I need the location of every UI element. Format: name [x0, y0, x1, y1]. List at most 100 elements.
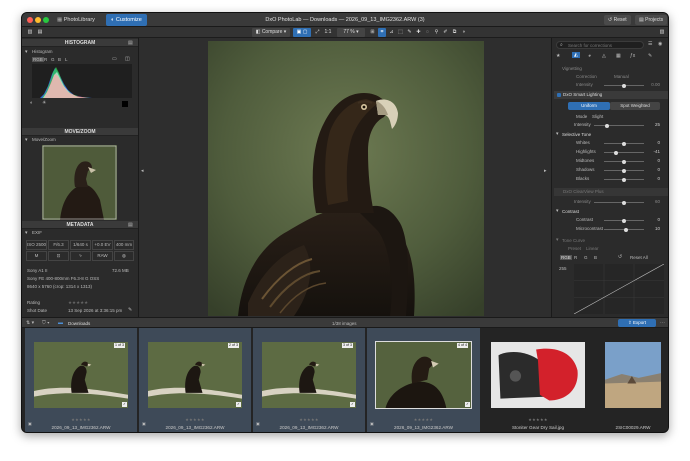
slider-knob[interactable]	[624, 227, 628, 232]
filmstrip-item[interactable]: 3 of 3 ✓ ▣ ★★★★★ 2026_09_13_IMG2362.ARW	[253, 328, 365, 432]
histogram-header[interactable]: HISTOGRAM	[22, 39, 138, 47]
grid-icon[interactable]: ⊞	[369, 28, 376, 37]
filter-funnel-icon[interactable]: ⛉ ▾	[42, 320, 50, 326]
curve-channel-r[interactable]: R	[574, 255, 577, 260]
thumbnail-rating[interactable]: ★★★★★	[482, 417, 594, 422]
smart-lighting-toggle[interactable]	[557, 93, 561, 97]
projects-button[interactable]: ▤ Projects	[635, 15, 668, 25]
thumbnail-image[interactable]	[262, 342, 356, 408]
selective-tone-value[interactable]: 0	[646, 158, 660, 163]
thumbnail-rating[interactable]: ★★★★★	[139, 417, 251, 422]
curve-channel-rgb[interactable]: RGB	[560, 255, 572, 260]
smart-lighting-mode-spot[interactable]: Spot Weighted	[610, 102, 660, 110]
zoom-window-button[interactable]	[43, 17, 49, 23]
eye-toggle-icon[interactable]: ◉	[658, 41, 662, 47]
thumbnail-image[interactable]	[148, 342, 242, 408]
highlight-clipping-icon[interactable]: ☀	[42, 100, 46, 106]
histogram-options-icon[interactable]: ◫	[125, 56, 130, 62]
metadata-menu-icon[interactable]: ▤	[128, 222, 133, 228]
tab-effects-icon[interactable]: ƒx	[630, 53, 635, 59]
channel-g[interactable]: G	[51, 57, 55, 62]
thumbnail-rating[interactable]: ★★★★★	[367, 417, 480, 422]
edit-date-icon[interactable]: ✎	[128, 307, 132, 313]
minimize-window-button[interactable]	[35, 17, 41, 23]
mode-value[interactable]: Slight	[592, 114, 603, 119]
checkmark-icon[interactable]: ✓	[122, 402, 128, 407]
panel-toggle-left-icon[interactable]: ▥	[26, 28, 34, 37]
contrast-slider[interactable]	[604, 218, 644, 223]
mask-icon[interactable]: ◌	[424, 28, 431, 37]
contrast-value[interactable]: 10	[646, 226, 660, 231]
slider-knob[interactable]	[622, 141, 626, 146]
channel-b[interactable]: B	[58, 57, 61, 62]
thumbnail-rating[interactable]: ★★★★★	[25, 417, 137, 422]
perspective-icon[interactable]: ⬚	[397, 28, 404, 37]
navigator-thumbnail[interactable]	[42, 145, 117, 220]
selective-tone-slider[interactable]	[604, 150, 644, 155]
selective-tone-title[interactable]: Selective Tone	[562, 132, 591, 137]
export-button[interactable]: ⇪ Export	[618, 319, 656, 327]
eyedropper-icon[interactable]: ⚲	[433, 28, 440, 37]
vignetting-intensity-value[interactable]: 0.00	[646, 82, 660, 87]
selective-tone-collapse-icon[interactable]: ▾	[556, 131, 559, 137]
metadata-header[interactable]: METADATA	[22, 221, 138, 229]
image-viewer[interactable]: ◂ ▸	[139, 38, 551, 317]
tab-color-icon[interactable]: ◕	[588, 53, 591, 59]
curve-channel-g[interactable]: G	[584, 255, 588, 260]
folder-name[interactable]: Downloads	[68, 321, 90, 326]
more-options-icon[interactable]: ⋯	[660, 320, 665, 326]
tab-detail-icon[interactable]: ◬	[602, 53, 606, 59]
sort-icon[interactable]: ⇅ ▾	[26, 320, 34, 326]
reset-button[interactable]: ↺ Reset	[604, 15, 631, 25]
repair-icon[interactable]: ✚	[415, 28, 422, 37]
before-after-icon[interactable]: ◑	[460, 28, 467, 37]
clearview-header[interactable]: DxO ClearView Plus	[554, 188, 668, 196]
filmstrip-item[interactable]: ★★★★★ Stoniter Gear Dry Sail.jpg	[482, 328, 594, 432]
histogram-menu-icon[interactable]: ▤	[128, 40, 133, 46]
contrast-slider[interactable]	[604, 227, 644, 232]
curve-channel-b[interactable]: B	[594, 255, 597, 260]
reset-curve-icon[interactable]: ↺	[618, 254, 622, 260]
straighten-icon[interactable]: ⊿	[388, 28, 395, 37]
filmstrip-item[interactable]: 2 of 3 ✓ ▣ ★★★★★ 2026_09_13_IMG2362.ARW	[139, 328, 251, 432]
tab-customize[interactable]: ◐ Customize	[106, 14, 147, 26]
histogram-collapse-icon[interactable]: ▾	[25, 49, 28, 55]
tab-geometry-icon[interactable]: ▦	[616, 53, 621, 59]
slider-knob[interactable]	[614, 150, 618, 155]
smart-intensity-value[interactable]: 25	[646, 122, 660, 127]
vignetting-intensity-slider[interactable]	[604, 83, 644, 88]
movezoom-collapse-icon[interactable]: ▾	[25, 137, 28, 143]
contrast-value[interactable]: 0	[646, 217, 660, 222]
checkmark-icon[interactable]: ✓	[350, 402, 356, 407]
channel-l[interactable]: L	[65, 57, 68, 62]
checkmark-icon[interactable]: ✓	[236, 402, 242, 407]
reset-all-button[interactable]: Reset All	[630, 255, 648, 260]
channel-r[interactable]: R	[44, 57, 47, 62]
slider-knob[interactable]	[622, 177, 626, 182]
compare-button[interactable]: ◧ Compare ▾	[252, 28, 290, 37]
picker-icon[interactable]: ✎	[406, 28, 413, 37]
scroll-left-icon[interactable]: ◂	[141, 168, 144, 174]
checkmark-icon[interactable]: ✓	[465, 402, 471, 407]
selective-tone-slider[interactable]	[604, 177, 644, 182]
tab-essentials-icon[interactable]: ★	[556, 53, 560, 59]
slider-knob[interactable]	[622, 168, 626, 173]
smart-lighting-header[interactable]: DxO Smart Lighting	[554, 91, 668, 99]
selective-tone-value[interactable]: 0	[646, 140, 660, 145]
view-mode-toggle[interactable]: ▣ ▢	[293, 28, 311, 37]
zoom-fit-icon[interactable]: ⤢	[314, 28, 321, 37]
tab-light-icon[interactable]: ◭	[572, 52, 580, 58]
main-photo[interactable]	[208, 41, 484, 316]
channel-rgb[interactable]: RGB	[32, 57, 44, 62]
monitor-icon[interactable]: ▭	[112, 56, 117, 62]
tab-local-icon[interactable]: ✎	[648, 53, 652, 59]
selective-tone-value[interactable]: 0	[646, 176, 660, 181]
brush-icon[interactable]: ✐	[442, 28, 449, 37]
contrast-collapse-icon[interactable]: ▾	[556, 208, 559, 214]
scroll-right-icon[interactable]: ▸	[544, 168, 547, 174]
exif-collapse-icon[interactable]: ▾	[25, 230, 28, 236]
slider-knob[interactable]	[622, 218, 626, 223]
panel-toggle-top-icon[interactable]: ▤	[36, 28, 44, 37]
slider-knob[interactable]	[622, 83, 626, 88]
smart-lighting-mode-uniform[interactable]: Uniform	[568, 102, 610, 110]
